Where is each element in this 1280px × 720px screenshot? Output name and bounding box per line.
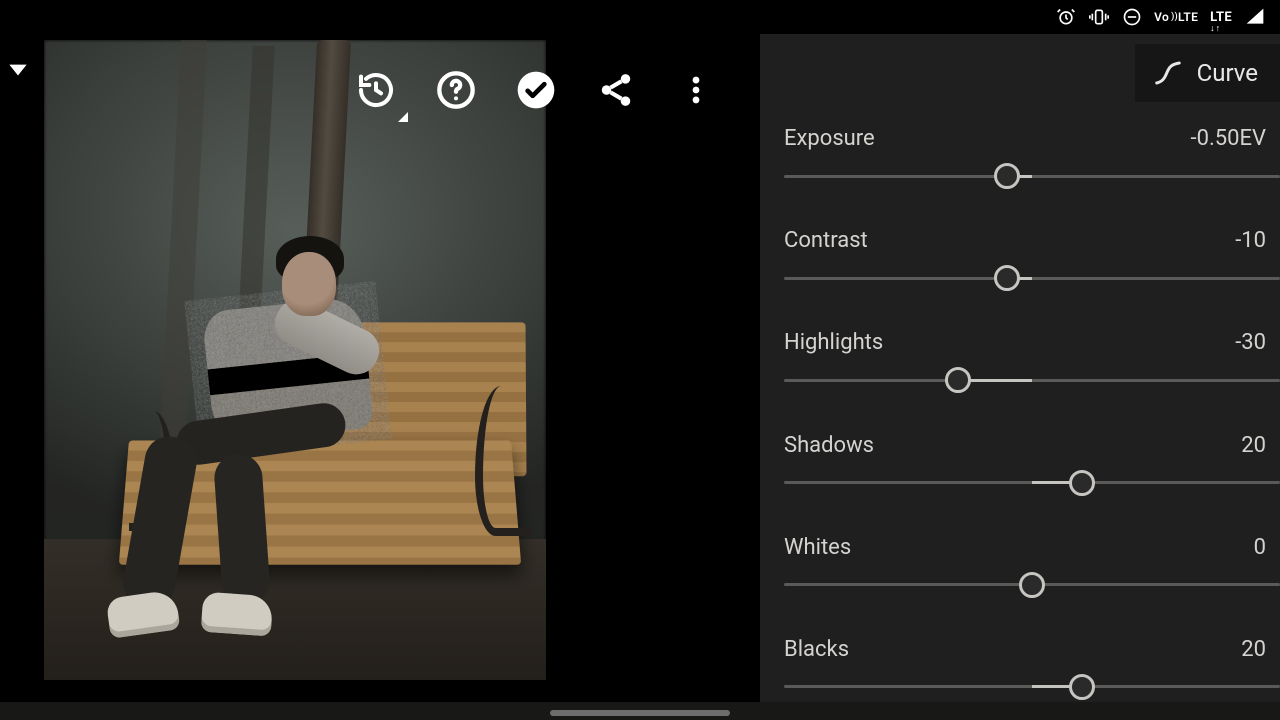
vibrate-icon bbox=[1088, 7, 1110, 27]
slider-thumb[interactable] bbox=[1019, 572, 1045, 598]
panel-header: Curve bbox=[760, 34, 1280, 126]
share-button[interactable] bbox=[588, 62, 644, 118]
slider-label: Contrast bbox=[784, 228, 868, 253]
slider-thumb[interactable] bbox=[1069, 470, 1095, 496]
slider-track[interactable] bbox=[784, 672, 1280, 702]
slider-thumb[interactable] bbox=[994, 265, 1020, 291]
image-preview[interactable] bbox=[44, 40, 546, 680]
panel-dropdown-button[interactable] bbox=[0, 56, 36, 126]
overflow-menu-button[interactable] bbox=[668, 62, 724, 118]
curve-icon bbox=[1153, 58, 1183, 88]
slider-thumb[interactable] bbox=[994, 163, 1020, 189]
gesture-handle[interactable] bbox=[550, 710, 730, 716]
slider-label: Whites bbox=[784, 535, 851, 560]
slider-thumb[interactable] bbox=[1069, 674, 1095, 700]
history-button[interactable] bbox=[348, 62, 404, 118]
slider-contrast: Contrast -10 bbox=[784, 228, 1280, 293]
sliders-list: Exposure -0.50EV Contrast -10 Highlights… bbox=[760, 126, 1280, 702]
slider-value: 20 bbox=[1241, 433, 1266, 458]
signal-icon bbox=[1244, 7, 1266, 27]
status-bar: Vo)) LTE LTE ↓↑ bbox=[1042, 0, 1280, 34]
slider-track[interactable] bbox=[784, 263, 1280, 293]
slider-value: 20 bbox=[1241, 637, 1266, 662]
confirm-button[interactable] bbox=[508, 62, 564, 118]
light-adjustments-panel: Curve Exposure -0.50EV Contrast -10 High… bbox=[760, 34, 1280, 702]
slider-track[interactable] bbox=[784, 468, 1280, 498]
curve-button-label: Curve bbox=[1197, 59, 1258, 87]
slider-track[interactable] bbox=[784, 161, 1280, 191]
slider-blacks: Blacks 20 bbox=[784, 637, 1280, 702]
slider-whites: Whites 0 bbox=[784, 535, 1280, 600]
do-not-disturb-icon bbox=[1122, 7, 1142, 27]
slider-exposure: Exposure -0.50EV bbox=[784, 126, 1280, 191]
slider-value: -30 bbox=[1235, 330, 1266, 355]
curve-button[interactable]: Curve bbox=[1135, 44, 1280, 102]
slider-value: -0.50EV bbox=[1191, 126, 1267, 151]
slider-label: Highlights bbox=[784, 330, 883, 355]
slider-label: Shadows bbox=[784, 433, 874, 458]
slider-value: -10 bbox=[1235, 228, 1266, 253]
slider-shadows: Shadows 20 bbox=[784, 433, 1280, 498]
slider-track[interactable] bbox=[784, 365, 1280, 395]
slider-track[interactable] bbox=[784, 570, 1280, 600]
slider-highlights: Highlights -30 bbox=[784, 330, 1280, 395]
top-toolbar bbox=[348, 58, 724, 122]
edited-photo bbox=[44, 40, 546, 680]
volte-icon: Vo)) LTE bbox=[1154, 12, 1198, 23]
alarm-icon bbox=[1056, 7, 1076, 27]
network-type-label: LTE ↓↑ bbox=[1210, 11, 1232, 24]
slider-thumb[interactable] bbox=[945, 367, 971, 393]
chevron-corner-icon bbox=[398, 112, 408, 122]
slider-value: 0 bbox=[1254, 535, 1266, 560]
slider-label: Exposure bbox=[784, 126, 875, 151]
help-button[interactable] bbox=[428, 62, 484, 118]
slider-label: Blacks bbox=[784, 637, 849, 662]
